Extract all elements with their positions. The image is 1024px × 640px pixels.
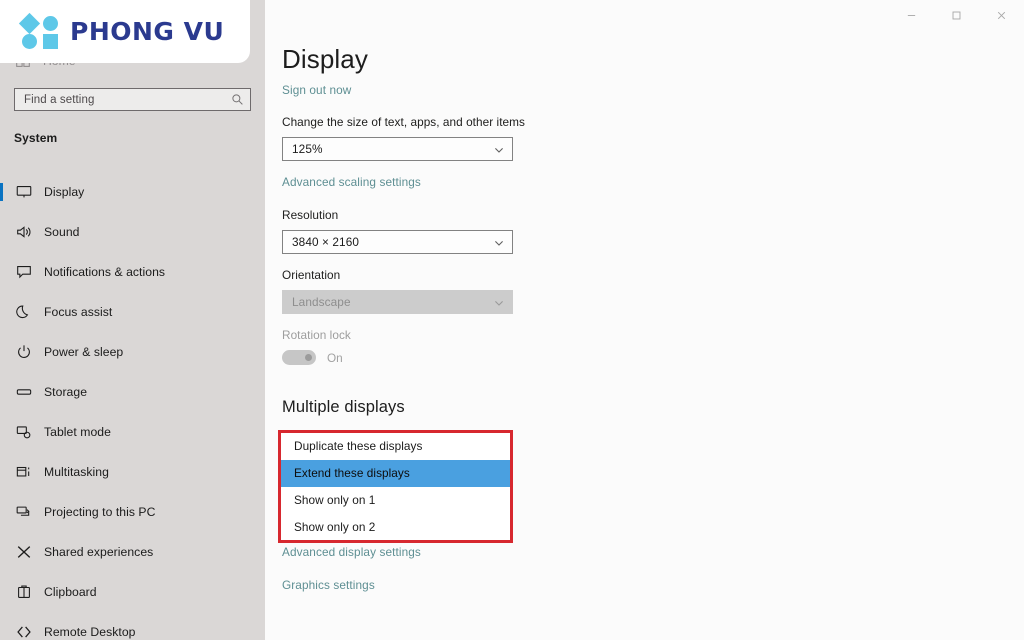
logo-circle-bottom-left-shape xyxy=(22,33,37,49)
advanced-scaling-settings-link[interactable]: Advanced scaling settings xyxy=(282,175,421,189)
window-controls xyxy=(889,0,1024,30)
sidebar-item-multitasking[interactable]: Multitasking xyxy=(0,452,265,492)
close-button[interactable] xyxy=(979,0,1024,30)
speech-bubble-icon xyxy=(14,263,33,282)
monitor-icon xyxy=(14,183,33,202)
sidebar-item-display-label: Display xyxy=(44,185,85,199)
dropdown-option-duplicate[interactable]: Duplicate these displays xyxy=(281,433,510,460)
sidebar-item-tablet-mode-label: Tablet mode xyxy=(44,425,111,439)
orientation-dropdown: Landscape xyxy=(282,290,513,314)
sidebar-item-shared-experiences[interactable]: Shared experiences xyxy=(0,532,265,572)
sidebar-item-focus-assist[interactable]: Focus assist xyxy=(0,292,265,332)
multitasking-icon xyxy=(14,463,33,482)
dropdown-option-extend[interactable]: Extend these displays xyxy=(281,459,510,487)
rotation-lock-row: On xyxy=(282,350,343,365)
rotation-lock-label: Rotation lock xyxy=(282,328,351,342)
sidebar-item-remote-desktop[interactable]: Remote Desktop xyxy=(0,612,265,640)
phong-vu-logo-overlay: PHONG VU xyxy=(0,0,250,63)
sidebar-item-clipboard-label: Clipboard xyxy=(44,585,97,599)
sidebar-item-clipboard[interactable]: Clipboard xyxy=(0,572,265,612)
maximize-button[interactable] xyxy=(934,0,979,30)
rotation-lock-state: On xyxy=(327,350,343,365)
shared-experiences-icon xyxy=(14,543,33,562)
chevron-down-icon xyxy=(493,236,505,248)
sidebar-item-power-sleep-label: Power & sleep xyxy=(44,345,124,359)
sidebar-item-notifications[interactable]: Notifications & actions xyxy=(0,252,265,292)
orientation-label: Orientation xyxy=(282,268,341,282)
sidebar-nav-list: Display Sound Notifications & actions Fo… xyxy=(0,172,265,640)
settings-main-pane: Display Sign out now Change the size of … xyxy=(265,0,1024,640)
sidebar-item-sound-label: Sound xyxy=(44,225,80,239)
phong-vu-logo-mark xyxy=(18,12,60,50)
sidebar-item-power-sleep[interactable]: Power & sleep xyxy=(0,332,265,372)
remote-desktop-icon xyxy=(14,623,33,640)
minimize-button[interactable] xyxy=(889,0,934,30)
logo-circle-top-right-shape xyxy=(43,15,58,31)
advanced-display-settings-link[interactable]: Advanced display settings xyxy=(282,545,421,559)
sidebar-item-projecting-label: Projecting to this PC xyxy=(44,505,156,519)
multiple-displays-highlight-box: Duplicate these displays Extend these di… xyxy=(278,430,513,543)
multiple-displays-dropdown-list: Duplicate these displays Extend these di… xyxy=(281,433,510,540)
multiple-displays-heading: Multiple displays xyxy=(282,398,405,416)
sidebar-item-shared-experiences-label: Shared experiences xyxy=(44,545,154,559)
resolution-dropdown[interactable]: 3840 × 2160 xyxy=(282,230,513,254)
tablet-icon xyxy=(14,423,33,442)
projecting-icon xyxy=(14,503,33,522)
search-input[interactable]: Find a setting xyxy=(14,88,251,111)
sidebar-item-remote-desktop-label: Remote Desktop xyxy=(44,625,136,639)
orientation-value: Landscape xyxy=(292,295,351,309)
settings-sidebar: Home Find a setting System xyxy=(0,0,265,640)
search-placeholder: Find a setting xyxy=(24,93,95,106)
drive-icon xyxy=(14,383,33,402)
sign-out-now-link[interactable]: Sign out now xyxy=(282,83,351,97)
sidebar-item-multitasking-label: Multitasking xyxy=(44,465,109,479)
page-title: Display xyxy=(282,44,368,74)
sidebar-item-projecting[interactable]: Projecting to this PC xyxy=(0,492,265,532)
rotation-lock-toggle xyxy=(282,350,316,365)
chevron-down-icon xyxy=(493,143,505,155)
settings-window: Home Find a setting System xyxy=(0,0,1024,640)
clipboard-icon xyxy=(14,583,33,602)
scale-value: 125% xyxy=(292,142,323,156)
resolution-label: Resolution xyxy=(282,208,339,222)
sidebar-item-sound[interactable]: Sound xyxy=(0,212,265,252)
sidebar-item-tablet-mode[interactable]: Tablet mode xyxy=(0,412,265,452)
sidebar-item-display[interactable]: Display xyxy=(0,172,265,212)
moon-icon xyxy=(14,303,33,322)
resolution-value: 3840 × 2160 xyxy=(292,235,360,249)
sidebar-item-storage-label: Storage xyxy=(44,385,88,399)
sidebar-item-notifications-label: Notifications & actions xyxy=(44,265,166,279)
speaker-icon xyxy=(14,223,33,242)
dropdown-option-show-only-2[interactable]: Show only on 2 xyxy=(281,513,510,540)
sidebar-item-storage[interactable]: Storage xyxy=(0,372,265,412)
graphics-settings-link[interactable]: Graphics settings xyxy=(282,578,375,592)
scale-dropdown[interactable]: 125% xyxy=(282,137,513,161)
sidebar-section-title: System xyxy=(14,131,58,145)
logo-square-bottom-right-shape xyxy=(43,33,58,49)
search-icon xyxy=(231,93,244,106)
chevron-down-icon xyxy=(493,296,505,308)
power-icon xyxy=(14,343,33,362)
scale-label: Change the size of text, apps, and other… xyxy=(282,115,525,129)
phong-vu-logo-text: PHONG VU xyxy=(70,17,225,46)
logo-diamond-shape xyxy=(18,12,41,34)
dropdown-option-show-only-1[interactable]: Show only on 1 xyxy=(281,487,510,514)
sidebar-item-focus-assist-label: Focus assist xyxy=(44,305,113,319)
